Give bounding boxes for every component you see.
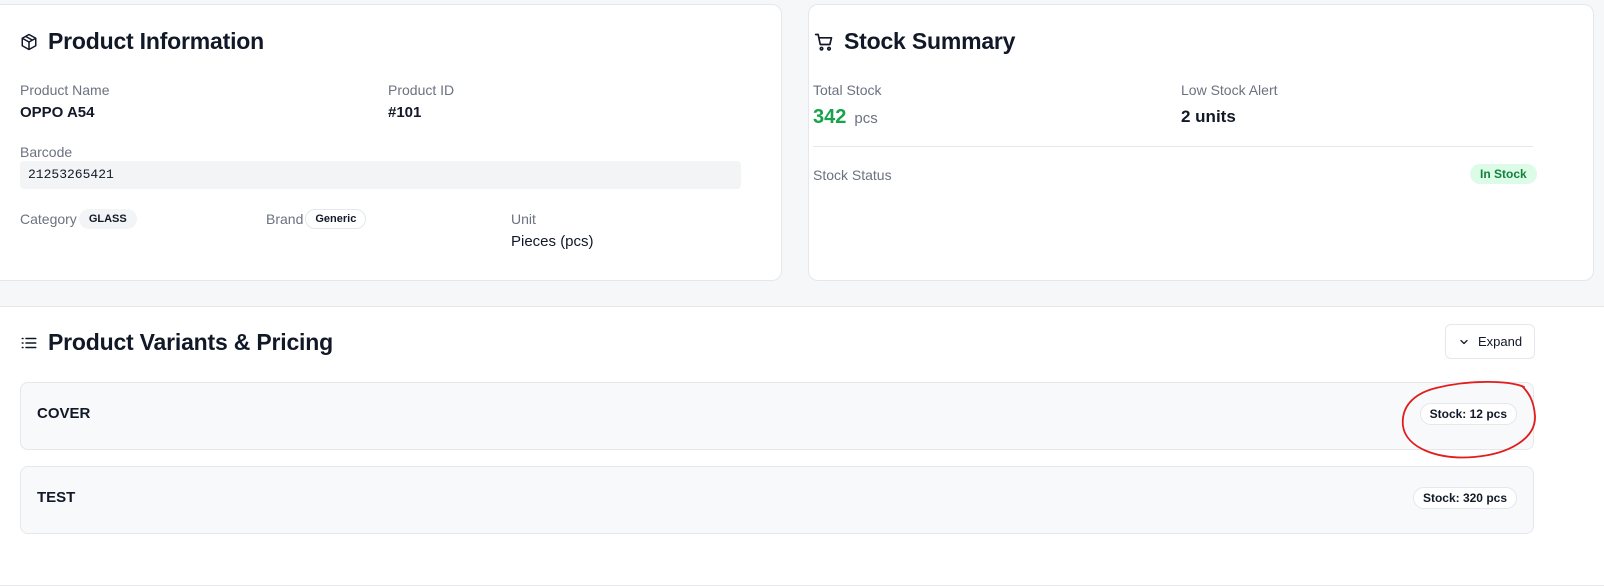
package-icon <box>21 33 37 50</box>
low-stock-value: 2 units <box>1181 107 1236 126</box>
stock-summary-title: Stock Summary <box>844 28 1016 54</box>
total-stock-display: 342 pcs <box>813 106 878 129</box>
total-stock-unit: pcs <box>854 110 878 127</box>
stock-divider <box>813 146 1533 147</box>
chevron-down-icon <box>1460 339 1468 344</box>
variant-stock-badge: Stock: 12 pcs <box>1419 403 1517 425</box>
brand-label: Brand <box>266 211 304 227</box>
stock-summary-header: Stock Summary <box>814 28 1015 55</box>
expand-button[interactable]: Expand <box>1445 324 1535 359</box>
product-name-label: Product Name <box>20 82 110 98</box>
product-name-value: OPPO A54 <box>20 104 95 121</box>
variant-name: COVER <box>37 405 91 422</box>
stock-status-label: Stock Status <box>813 167 892 183</box>
cart-icon <box>814 33 833 51</box>
unit-value: Pieces (pcs) <box>511 233 594 250</box>
barcode-label: Barcode <box>20 144 73 160</box>
brand-badge: Generic <box>305 209 367 229</box>
product-information-header: Product Information <box>20 28 264 55</box>
category-badge: GLASS <box>78 209 137 229</box>
stock-status-badge: In Stock <box>1470 164 1537 184</box>
expand-button-label: Expand <box>1477 334 1523 349</box>
product-information-title: Product Information <box>48 28 264 54</box>
product-variants-title: Product Variants & Pricing <box>48 329 333 355</box>
barcode-field: 21253265421 <box>20 161 741 189</box>
total-stock-label: Total Stock <box>813 82 882 98</box>
product-id-value: #101 <box>388 104 422 121</box>
total-stock-value: 342 <box>813 106 847 128</box>
unit-label: Unit <box>511 211 536 227</box>
brand-row: Brand Generic <box>266 209 367 229</box>
low-stock-label: Low Stock Alert <box>1181 82 1278 98</box>
variant-stock-badge: Stock: 320 pcs <box>1412 487 1517 509</box>
product-variants-header: Product Variants & Pricing <box>20 329 333 356</box>
category-row: Category GLASS <box>20 209 137 229</box>
list-icon <box>21 337 37 348</box>
category-label: Category <box>20 211 77 227</box>
variant-name: TEST <box>37 489 76 506</box>
variant-row[interactable]: TEST Stock: 320 pcs <box>20 466 1534 534</box>
product-id-label: Product ID <box>388 82 455 98</box>
variant-row[interactable]: COVER Stock: 12 pcs <box>20 382 1534 450</box>
